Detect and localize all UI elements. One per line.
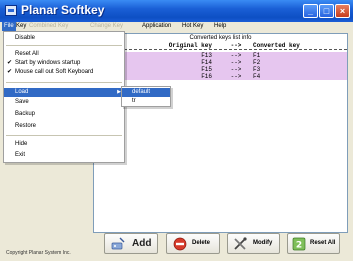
- menu-item-hide-label: Hide: [15, 141, 28, 147]
- menu-item-restore-label: Restore: [15, 123, 37, 129]
- add-button-label: Add: [132, 238, 152, 249]
- copyright-text: Copyright Planar System Inc.: [6, 250, 71, 256]
- list-title: Converted keys list info: [189, 35, 252, 41]
- arrow: -->: [230, 59, 242, 66]
- menu-item-load-label: Load: [15, 89, 29, 95]
- menu-help[interactable]: Help: [212, 22, 228, 31]
- menu-separator: [6, 135, 122, 136]
- menu-separator: [6, 82, 122, 83]
- menu-item-startup-label: Start by windows startup: [15, 60, 81, 66]
- menu-item-save-label: Save: [15, 99, 29, 105]
- svg-text:2: 2: [296, 241, 302, 251]
- add-button[interactable]: Add: [104, 233, 158, 254]
- arrow: -->: [230, 66, 242, 73]
- menu-item-backup-label: Backup: [15, 111, 36, 117]
- menu-item-mouse-call-out[interactable]: ✔ Mouse call out Soft Keyboard: [4, 68, 124, 77]
- app-window: Planar Softkey _ □ × File Key Combined K…: [0, 0, 353, 261]
- maximize-button[interactable]: □: [319, 4, 334, 18]
- submenu-item-default[interactable]: default: [122, 88, 170, 97]
- load-submenu: default tr: [121, 86, 171, 107]
- submenu-item-tr-label: tr: [132, 98, 136, 104]
- window-title: Planar Softkey: [21, 3, 105, 17]
- menu-item-exit[interactable]: Exit: [4, 151, 124, 160]
- key-row[interactable]: F16 --> F4: [94, 73, 347, 80]
- menu-item-reset-all[interactable]: Reset All: [4, 50, 124, 59]
- converted-key: F4: [253, 73, 261, 80]
- checkmark-icon: ✔: [7, 60, 13, 66]
- delete-button[interactable]: Delete: [166, 233, 220, 254]
- menu-bar: File Key Combined Key Change Key Applica…: [0, 22, 353, 31]
- submenu-item-tr[interactable]: tr: [122, 97, 170, 106]
- menu-separator: [6, 45, 122, 46]
- add-icon: [111, 237, 125, 250]
- header-arrow: -->: [230, 42, 242, 49]
- converted-keys-list[interactable]: Converted keys list info Original key --…: [93, 33, 348, 233]
- menu-item-backup[interactable]: Backup: [4, 110, 124, 119]
- arrow: -->: [230, 52, 242, 59]
- menu-item-disable[interactable]: Disable: [4, 34, 124, 43]
- menu-item-exit-label: Exit: [15, 152, 26, 158]
- minimize-button[interactable]: _: [303, 4, 318, 18]
- menu-item-hide[interactable]: Hide: [4, 140, 124, 149]
- menu-item-load[interactable]: Load ▶: [4, 88, 124, 97]
- file-menu-dropdown: Disable Reset All ✔ Start by windows sta…: [3, 31, 125, 163]
- key-row[interactable]: F14 --> F2: [94, 59, 347, 66]
- reset-icon: 2: [292, 237, 306, 251]
- close-button[interactable]: ×: [335, 4, 350, 18]
- menu-combined-key[interactable]: Combined Key: [27, 22, 70, 31]
- delete-button-label: Delete: [192, 240, 211, 246]
- converted-key: F3: [253, 66, 261, 73]
- modify-button[interactable]: Modify: [227, 233, 280, 254]
- tools-icon: [234, 237, 247, 250]
- reset-all-button-label: Reset All: [310, 240, 336, 246]
- menu-application[interactable]: Application: [140, 22, 173, 31]
- header-converted-key: Converted key: [253, 42, 300, 49]
- key-row[interactable]: F15 --> F3: [94, 66, 347, 73]
- menu-item-save[interactable]: Save: [4, 98, 124, 107]
- app-keyboard-icon: [5, 5, 17, 16]
- converted-key: F2: [253, 59, 261, 66]
- menu-item-restore[interactable]: Restore: [4, 122, 124, 131]
- modify-button-label: Modify: [253, 240, 273, 246]
- menu-item-start-by-windows-startup[interactable]: ✔ Start by windows startup: [4, 59, 124, 68]
- reset-all-button[interactable]: 2 Reset All: [287, 233, 340, 254]
- arrow: -->: [230, 73, 242, 80]
- title-bar[interactable]: Planar Softkey _ □ ×: [0, 0, 353, 22]
- converted-key: F1: [253, 52, 261, 59]
- key-row[interactable]: F13 --> F1: [94, 52, 347, 59]
- checkmark-icon: ✔: [7, 69, 13, 75]
- submenu-item-default-label: default: [132, 89, 151, 95]
- no-entry-icon: [173, 237, 187, 251]
- list-header: Original key --> Converted key: [94, 42, 347, 50]
- menu-item-disable-label: Disable: [15, 35, 36, 41]
- menu-item-reset-all-label: Reset All: [15, 51, 39, 57]
- menu-change-key[interactable]: Change Key: [88, 22, 125, 31]
- menu-hot-key[interactable]: Hot Key: [180, 22, 205, 31]
- menu-item-mouse-label: Mouse call out Soft Keyboard: [15, 69, 94, 75]
